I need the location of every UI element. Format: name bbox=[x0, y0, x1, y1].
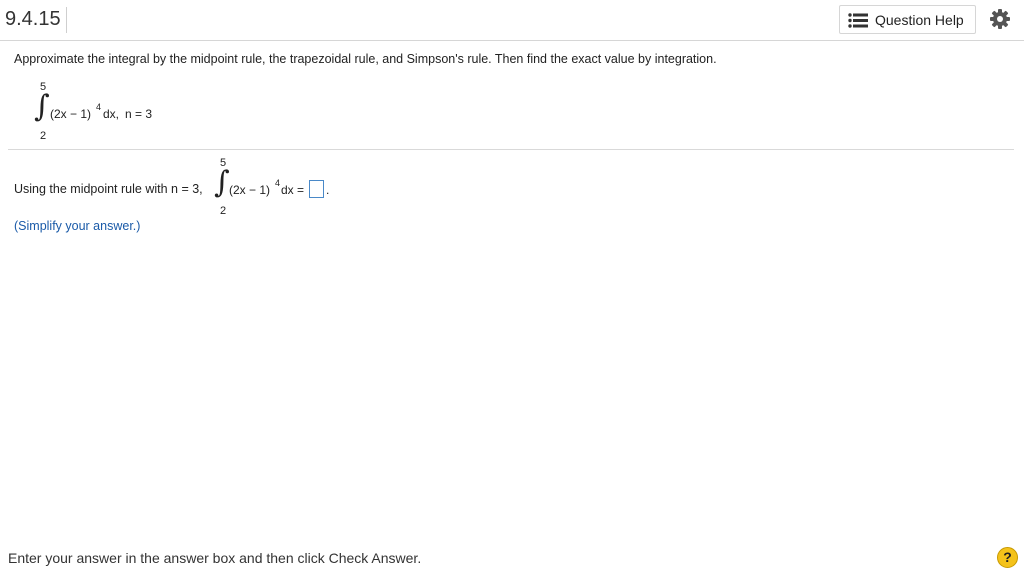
list-icon bbox=[848, 13, 868, 28]
integral-sign: ∫ bbox=[214, 165, 230, 200]
differential: dx, bbox=[103, 107, 120, 121]
exponent: 4 bbox=[96, 102, 102, 112]
header-bar: 9.4.15 Question Help bbox=[0, 0, 1024, 41]
question-help-label: Question Help bbox=[875, 12, 964, 28]
problem-instructions: Approximate the integral by the midpoint… bbox=[14, 52, 717, 66]
integral-lower-limit: 2 bbox=[40, 130, 47, 142]
question-number: 9.4.15 bbox=[5, 7, 67, 33]
exponent: 4 bbox=[275, 178, 281, 188]
integrand: (2x − 1) bbox=[50, 107, 92, 121]
integral-sign: ∫ bbox=[34, 89, 50, 124]
help-question-icon[interactable]: ? bbox=[997, 547, 1018, 568]
differential: dx = bbox=[281, 183, 305, 197]
simplify-hint: (Simplify your answer.) bbox=[14, 219, 141, 233]
section-divider bbox=[8, 149, 1014, 150]
integral-lower-limit: 2 bbox=[220, 205, 227, 217]
gear-icon[interactable] bbox=[989, 8, 1011, 30]
midpoint-prompt: Using the midpoint rule with n = 3, bbox=[14, 182, 203, 196]
answer-period: . bbox=[326, 183, 330, 197]
footer-instruction: Enter your answer in the answer box and … bbox=[8, 550, 422, 566]
answer-input[interactable] bbox=[309, 180, 324, 198]
question-help-button[interactable]: Question Help bbox=[839, 5, 976, 34]
integrand: (2x − 1) bbox=[229, 183, 271, 197]
n-value: n = 3 bbox=[125, 107, 153, 121]
